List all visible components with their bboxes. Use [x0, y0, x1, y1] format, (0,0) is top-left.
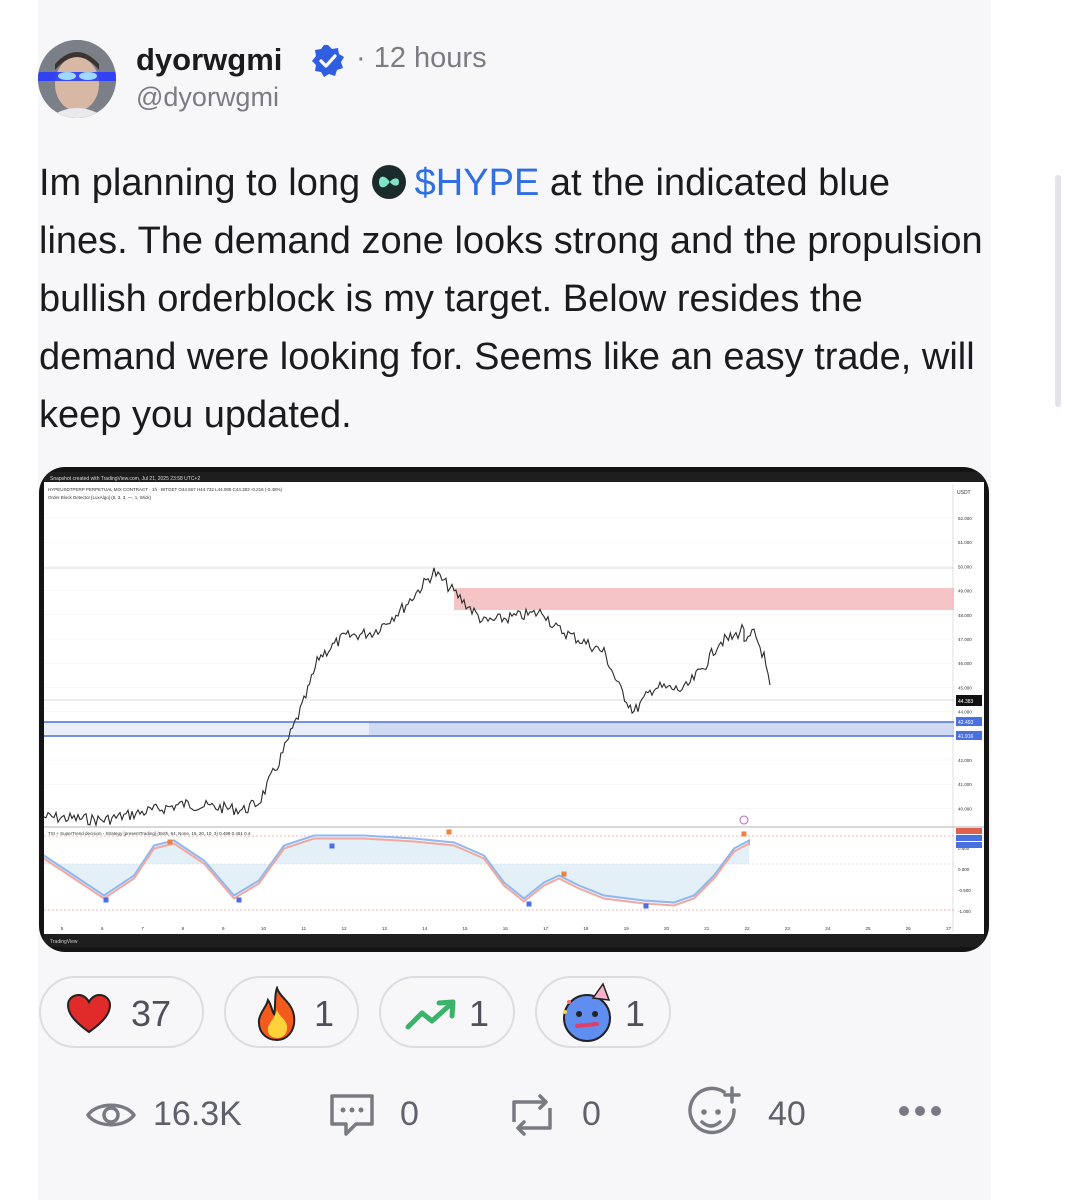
signal-marker — [526, 901, 532, 907]
price-tick-label: 50.000 — [958, 564, 972, 569]
date-tick-label: 24 — [825, 926, 831, 931]
osc-tick-label: 0.000 — [958, 867, 970, 872]
price-tick-label: 42.000 — [958, 758, 972, 763]
date-tick-label: 26 — [906, 926, 912, 931]
reaction-fire-button[interactable]: 1 — [224, 976, 359, 1048]
avatar[interactable] — [38, 40, 116, 118]
comment-button[interactable]: 0 — [326, 1090, 436, 1140]
views-count: 16.3K — [153, 1095, 242, 1133]
osc-tick-label: -1.000 — [958, 909, 971, 914]
price-tick-label: 48.000 — [958, 613, 972, 618]
reaction-party-button[interactable]: 1 — [535, 976, 671, 1048]
price-tick-label: 52.000 — [958, 516, 972, 521]
reaction-party-count: 1 — [625, 993, 646, 1034]
reaction-heart-button[interactable]: 37 — [39, 976, 204, 1048]
date-tick-label: 12 — [342, 926, 348, 931]
date-tick-label: 21 — [704, 926, 710, 931]
date-tick-label: 19 — [624, 926, 630, 931]
signal-marker — [561, 871, 567, 877]
post-text-intro: Im planning to long — [39, 162, 361, 204]
oscillator-title: TSI + SuperTrend decision - Strategy [pr… — [48, 831, 251, 836]
add-reaction-button[interactable]: 40 — [686, 1086, 826, 1140]
signal-marker — [446, 829, 452, 835]
repost-button[interactable]: 0 — [506, 1090, 616, 1140]
signal-marker — [236, 897, 242, 903]
signal-marker — [103, 897, 109, 903]
more-options-icon[interactable] — [896, 1103, 944, 1119]
reaction-trending-count: 1 — [469, 993, 490, 1034]
fire-icon — [257, 986, 296, 1042]
osc-badge-blue-2 — [956, 842, 982, 848]
post-timestamp: · 12 hours — [356, 42, 487, 74]
reaction-fire-count: 1 — [314, 993, 335, 1034]
date-tick-label: 22 — [745, 926, 751, 931]
date-tick-label: 23 — [785, 926, 791, 931]
price-tick-label: 41.000 — [958, 782, 972, 787]
signal-marker — [741, 831, 747, 837]
price-tick-label: 51.000 — [958, 540, 972, 545]
date-tick-label: 14 — [422, 926, 428, 931]
author-handle[interactable]: @dyorwgmi — [136, 82, 279, 113]
reaction-trending-button[interactable]: 1 — [379, 976, 515, 1048]
date-tick-label: 10 — [261, 926, 267, 931]
chart-image[interactable]: Snapshot created with TradingView.com, J… — [39, 467, 989, 952]
views-stat[interactable]: 16.3K — [85, 1090, 245, 1140]
date-tick-label: 11 — [301, 926, 306, 931]
reaction-heart-count: 37 — [131, 993, 172, 1034]
post-body: Im planning to long $HYPE at the indicat… — [39, 154, 989, 444]
signal-marker — [643, 903, 649, 909]
blue-badge-1-text: 42.493 — [958, 720, 974, 726]
tradingview-chart: Snapshot created with TradingView.com, J… — [44, 472, 984, 947]
osc-badge-blue — [956, 835, 982, 841]
blue-badge-2-text: 41.916 — [958, 734, 974, 740]
demand-zone-left — [44, 722, 369, 736]
eye-icon — [86, 1103, 136, 1127]
hyperliquid-icon — [371, 165, 406, 199]
price-tick-label: 49.000 — [958, 589, 972, 594]
author-name[interactable]: dyorwgmi — [136, 42, 282, 78]
date-tick-label: 16 — [503, 926, 509, 931]
verified-badge-icon — [312, 45, 344, 77]
signal-marker — [329, 843, 335, 849]
ticker-link[interactable]: $HYPE — [415, 162, 540, 204]
repost-count: 0 — [582, 1095, 601, 1133]
date-tick-label: 27 — [946, 926, 952, 931]
party-emoji-icon — [563, 982, 611, 1042]
price-tick-label: 46.000 — [958, 661, 972, 666]
chart-symbol-line: HYPEUSDTPERP PERPETUAL MIX CONTRACT · 1h… — [48, 487, 283, 492]
emoji-reaction-count: 40 — [768, 1095, 806, 1133]
chart-snapshot-header: Snapshot created with TradingView.com, J… — [50, 476, 200, 482]
heart-icon — [67, 994, 111, 1034]
comment-count: 0 — [400, 1095, 419, 1133]
repost-icon — [512, 1094, 552, 1136]
date-tick-label: 15 — [462, 926, 468, 931]
date-tick-label: 17 — [543, 926, 549, 931]
osc-badge-red — [956, 828, 982, 834]
signal-marker — [167, 839, 173, 845]
chart-indicator-line: Order Block Detector [LuxAlgo] (5, 3, 3,… — [48, 495, 152, 500]
date-tick-label: 18 — [583, 926, 589, 931]
osc-tick-label: -0.500 — [958, 888, 971, 893]
chart-currency: USDT — [957, 490, 971, 496]
price-tick-label: 45.000 — [958, 685, 972, 690]
add-emoji-icon — [688, 1086, 741, 1135]
trending-up-icon — [405, 999, 456, 1030]
tradingview-watermark: TradingView — [50, 939, 78, 945]
date-tick-label: 25 — [865, 926, 871, 931]
price-tick-label: 44.000 — [958, 710, 972, 715]
supply-zone — [454, 588, 954, 610]
date-tick-label: 13 — [382, 926, 388, 931]
chart-footer — [44, 934, 984, 947]
scrollbar[interactable] — [1055, 175, 1061, 407]
date-tick-label: 20 — [664, 926, 670, 931]
comment-icon — [330, 1094, 374, 1136]
price-badge-text: 44.383 — [958, 699, 974, 705]
price-tick-label: 40.000 — [958, 806, 972, 811]
price-tick-label: 47.000 — [958, 637, 972, 642]
